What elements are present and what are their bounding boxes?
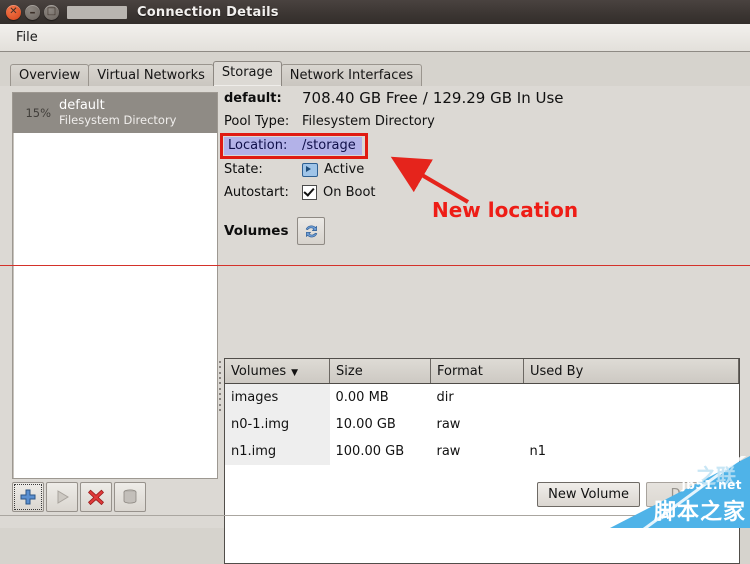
cell-volume-size: 0.00 MB bbox=[335, 390, 389, 405]
table-header-row: Volumes ▼ Size Format Used By bbox=[225, 359, 739, 384]
start-pool-button[interactable] bbox=[46, 482, 78, 512]
state-value: Active bbox=[324, 162, 365, 177]
pool-type-row: Pool Type: Filesystem Directory bbox=[224, 110, 738, 133]
menu-bar: File bbox=[0, 24, 750, 52]
volumes-table: Volumes ▼ Size Format Used By images 0.00… bbox=[225, 359, 739, 465]
annotation-horizontal-line bbox=[0, 265, 750, 266]
list-item[interactable]: 15% default Filesystem Directory bbox=[13, 93, 217, 133]
storage-pool-list[interactable]: 15% default Filesystem Directory bbox=[12, 92, 218, 479]
site-watermark: 之联 jb51.net 脚本之家 bbox=[580, 456, 750, 528]
tab-strip: Overview Virtual Networks Storage Networ… bbox=[0, 61, 750, 87]
cell-volume-size: 100.00 GB bbox=[335, 444, 405, 459]
panel-splitter-handle[interactable] bbox=[217, 361, 222, 411]
tab-virtual-networks[interactable]: Virtual Networks bbox=[88, 64, 214, 87]
window-title-bar: ✕ – □ Connection Details bbox=[0, 0, 750, 24]
state-label: State: bbox=[224, 162, 263, 177]
cell-volume-format: dir bbox=[436, 390, 454, 405]
pool-actions-toolbar bbox=[12, 482, 148, 512]
cell-volume-size: 10.00 GB bbox=[335, 417, 396, 432]
cell-volume-format: raw bbox=[436, 444, 461, 459]
annotation-text: New location bbox=[432, 198, 579, 222]
trash-icon bbox=[123, 489, 137, 504]
plus-icon bbox=[20, 489, 36, 505]
capacity-separator: / bbox=[422, 89, 428, 107]
cell-volume-name: n1.img bbox=[225, 438, 330, 465]
window-controls: ✕ – □ bbox=[0, 4, 59, 20]
column-header-volumes[interactable]: Volumes ▼ bbox=[225, 359, 330, 384]
cell-volume-name: images bbox=[225, 383, 330, 411]
pool-capacity-row: default: 708.40 GB Free / 129.29 GB In U… bbox=[224, 86, 738, 110]
column-header-used-by[interactable]: Used By bbox=[523, 359, 739, 384]
pool-name-label: default: bbox=[224, 90, 282, 106]
pool-type-value: Filesystem Directory bbox=[302, 114, 435, 129]
pool-type: Filesystem Directory bbox=[59, 112, 177, 127]
table-row[interactable]: images 0.00 MB dir bbox=[225, 383, 739, 412]
delete-pool-button[interactable] bbox=[114, 482, 146, 512]
cell-volume-name: n0-1.img bbox=[225, 411, 330, 438]
cell-volume-usedby bbox=[524, 384, 739, 412]
column-label-volumes: Volumes bbox=[231, 363, 287, 379]
location-highlight-wrapper: Location: /storage bbox=[220, 132, 368, 159]
red-x-icon bbox=[88, 489, 104, 505]
add-pool-button[interactable] bbox=[12, 482, 44, 512]
cell-volume-format: raw bbox=[436, 417, 461, 432]
window-minimize-button[interactable]: – bbox=[25, 4, 40, 20]
pool-usage-percent: 15% bbox=[25, 106, 51, 120]
pool-free-space: 708.40 GB Free bbox=[302, 89, 418, 107]
autostart-checkbox[interactable] bbox=[302, 185, 317, 200]
play-icon bbox=[57, 490, 69, 504]
cell-volume-usedby bbox=[524, 411, 739, 438]
column-header-format[interactable]: Format bbox=[430, 359, 524, 384]
volumes-title: Volumes bbox=[224, 223, 289, 239]
location-label: Location: bbox=[228, 137, 288, 153]
tab-storage[interactable]: Storage bbox=[212, 61, 282, 86]
tab-overview[interactable]: Overview bbox=[10, 64, 90, 87]
pool-name: default bbox=[59, 98, 105, 114]
tab-network-interfaces[interactable]: Network Interfaces bbox=[280, 64, 423, 87]
stop-pool-button[interactable] bbox=[80, 482, 112, 512]
table-row[interactable]: n0-1.img 10.00 GB raw bbox=[225, 411, 739, 438]
screen-icon bbox=[302, 162, 318, 177]
refresh-icon[interactable] bbox=[297, 217, 326, 245]
menu-item-file[interactable]: File bbox=[7, 28, 47, 47]
column-header-size[interactable]: Size bbox=[329, 359, 431, 384]
autostart-label: Autostart: bbox=[224, 185, 289, 200]
sort-caret-icon: ▼ bbox=[291, 367, 299, 378]
title-placeholder-block bbox=[67, 5, 127, 19]
location-selected-field[interactable]: Location: /storage bbox=[224, 136, 362, 155]
watermark-site: jb51.net bbox=[681, 478, 742, 492]
window-title: Connection Details bbox=[137, 4, 279, 20]
pool-type-label: Pool Type: bbox=[224, 114, 290, 129]
pool-in-use: 129.29 GB In Use bbox=[432, 89, 564, 107]
window-maximize-button[interactable]: □ bbox=[44, 4, 59, 20]
location-value: /storage bbox=[302, 137, 356, 153]
autostart-value: On Boot bbox=[323, 185, 376, 200]
watermark-name: 脚本之家 bbox=[653, 500, 746, 525]
window-close-button[interactable]: ✕ bbox=[6, 4, 21, 20]
